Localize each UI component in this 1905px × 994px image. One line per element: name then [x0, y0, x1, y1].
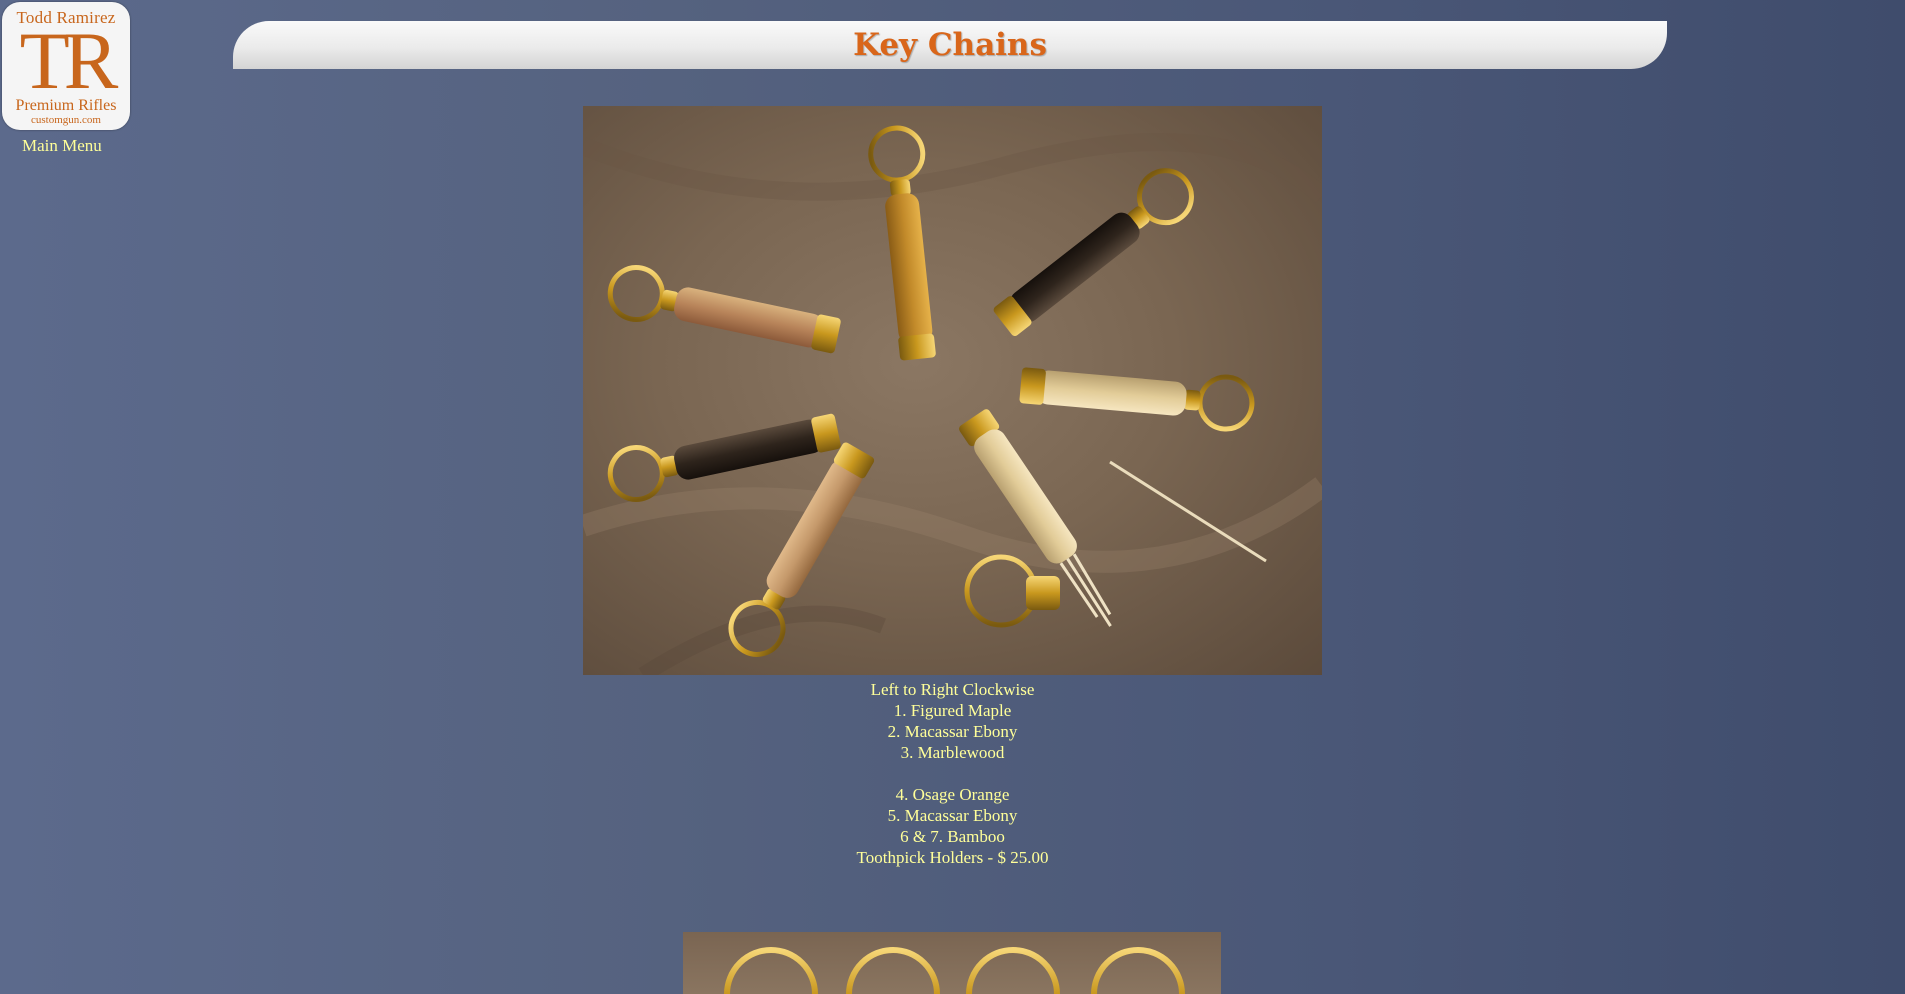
page-title: Key Chains [853, 27, 1047, 63]
key-chains-illustration [583, 125, 1322, 675]
caption-price: Toothpick Holders - $ 25.00 [856, 848, 1049, 867]
caption-line: 4. Osage Orange [895, 785, 1010, 804]
key-chains-photo [583, 106, 1322, 675]
main-menu-link[interactable]: Main Menu [22, 136, 102, 156]
logo-monogram: TR [19, 15, 119, 106]
key-rings-illustration [724, 947, 1185, 994]
caption-line: 3. Marblewood [900, 743, 1005, 762]
photo-caption: Left to Right Clockwise 1. Figured Maple… [583, 679, 1322, 868]
page-header: Key Chains [233, 21, 1667, 69]
caption-line: 1. Figured Maple [893, 701, 1012, 720]
logo-domain: customgun.com [31, 114, 101, 126]
caption-line: Left to Right Clockwise [870, 680, 1035, 699]
caption-line: 6 & 7. Bamboo [900, 827, 1005, 846]
logo-tagline: Premium Rifles [15, 97, 117, 114]
caption-line: 5. Macassar Ebony [887, 806, 1018, 825]
caption-line: 2. Macassar Ebony [887, 722, 1018, 741]
key-rings-photo [683, 932, 1221, 994]
site-logo[interactable]: Todd Ramirez TR Premium Rifles customgun… [2, 2, 130, 130]
